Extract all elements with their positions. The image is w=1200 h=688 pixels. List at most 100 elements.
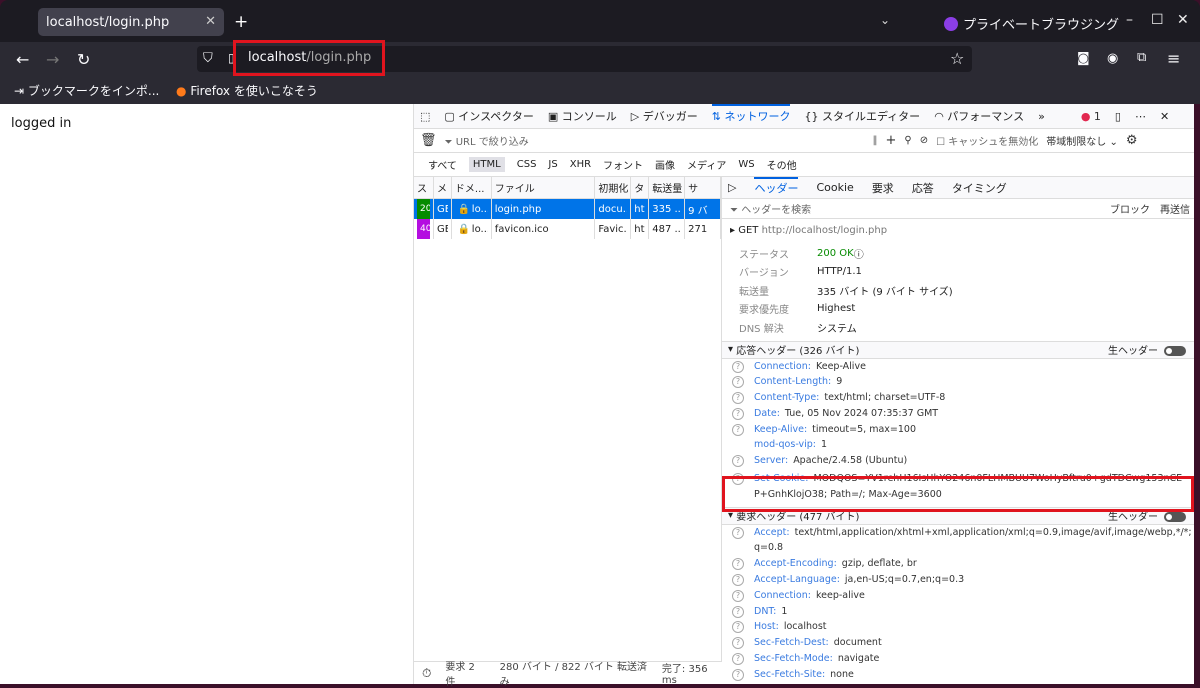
- bookmark-import[interactable]: ⇥ ブックマークをインポ...: [14, 82, 159, 99]
- reload-button[interactable]: ↻: [77, 50, 90, 69]
- request-initiator-text: Favic...: [598, 223, 627, 235]
- throttle-select[interactable]: 帯域制限なし ⌄: [1046, 133, 1118, 148]
- url-filter-input[interactable]: ⏷ URL で絞り込み: [445, 133, 865, 148]
- type-filter-0[interactable]: すべて: [428, 157, 457, 172]
- raw-headers-toggle[interactable]: [1164, 511, 1186, 522]
- help-icon[interactable]: ⓘ: [854, 246, 864, 261]
- extensions-icon[interactable]: ⧉: [1137, 50, 1146, 65]
- tab-inspector[interactable]: ▢ インスペクター: [444, 108, 533, 124]
- bookmark-label: Firefox を使いこなそう: [190, 84, 318, 98]
- close-window-button[interactable]: ✕: [1177, 12, 1189, 28]
- raw-headers-toggle[interactable]: [1164, 345, 1186, 356]
- browser-tab[interactable]: localhost/login.php ✕: [38, 8, 224, 36]
- header-name: Sec-Fetch-Mode:: [754, 653, 833, 665]
- request-line[interactable]: ▸ GET http://localhost/login.php: [722, 219, 1194, 244]
- network-status-bar: ⏱ 要求 2 件 280 バイト / 822 バイト 転送済み 完了: 356 …: [414, 661, 722, 688]
- type-filter-2[interactable]: CSS: [517, 159, 537, 170]
- request-row[interactable]: 404GET🔒lo...favicon.icoFavic...htm487 ..…: [414, 219, 722, 239]
- help-icon[interactable]: ?: [732, 376, 744, 389]
- type-filter-7[interactable]: メディア: [687, 157, 726, 172]
- type-filter-3[interactable]: JS: [548, 159, 557, 170]
- summary-row: バージョン HTTP/1.1: [722, 263, 1194, 282]
- search-icon[interactable]: ⚲: [904, 135, 911, 146]
- block-button[interactable]: ブロック: [1110, 201, 1150, 216]
- details-tab-4[interactable]: タイミング: [952, 180, 1007, 196]
- help-icon[interactable]: ?: [732, 637, 744, 650]
- more-tools-icon[interactable]: »: [1038, 110, 1045, 123]
- tab-style-editor[interactable]: {} スタイルエディター: [804, 108, 920, 124]
- help-icon[interactable]: ?: [732, 392, 744, 405]
- tab-console[interactable]: ▣ コンソール: [548, 108, 617, 124]
- type-filter-6[interactable]: 画像: [655, 157, 675, 172]
- list-tabs-chevron-icon[interactable]: ⌄: [880, 13, 890, 27]
- bookmark-firefox[interactable]: ● Firefox を使いこなそう: [176, 82, 318, 99]
- responsive-mode-icon[interactable]: ▯: [1115, 110, 1121, 123]
- trash-icon[interactable]: 🗑: [420, 133, 437, 148]
- menu-icon[interactable]: ≡: [1167, 49, 1180, 68]
- help-icon[interactable]: ?: [732, 574, 744, 587]
- column-header[interactable]: ファイル: [492, 177, 596, 198]
- back-button[interactable]: ←: [16, 50, 29, 69]
- stopwatch-icon[interactable]: ⏱: [422, 666, 431, 681]
- close-devtools-icon[interactable]: ✕: [1160, 110, 1169, 123]
- error-icon[interactable]: ● 1: [1081, 110, 1101, 123]
- help-icon[interactable]: ?: [732, 526, 744, 539]
- help-icon[interactable]: ?: [732, 668, 744, 681]
- maximize-button[interactable]: ☐: [1151, 12, 1164, 28]
- column-header[interactable]: 転送量: [649, 177, 686, 198]
- settings-gear-icon[interactable]: ⚙: [1126, 133, 1138, 148]
- shield-icon[interactable]: ⛉: [203, 51, 213, 66]
- details-tab-1[interactable]: Cookie: [816, 181, 853, 194]
- type-filter-1[interactable]: HTML: [468, 157, 505, 172]
- help-icon[interactable]: ?: [732, 360, 744, 373]
- request-url: http://localhost/login.php: [761, 225, 888, 236]
- forward-button[interactable]: →: [46, 50, 59, 69]
- devtools-panel: ⬚ ▢ インスペクター ▣ コンソール ▷ デバッガー ⇅ ネットワーク {} …: [414, 103, 1194, 688]
- details-tab-0[interactable]: ヘッダー: [754, 177, 799, 199]
- help-icon[interactable]: ?: [732, 605, 744, 618]
- details-tab-2[interactable]: 要求: [872, 180, 894, 196]
- help-icon[interactable]: ?: [732, 621, 744, 634]
- pocket-icon[interactable]: ◙: [1077, 51, 1090, 66]
- column-header[interactable]: 初期化: [595, 177, 632, 198]
- help-icon[interactable]: ?: [732, 589, 744, 602]
- header-pair: Sec-Fetch-Dest: document: [754, 635, 882, 651]
- element-picker-icon[interactable]: ⬚: [420, 110, 430, 123]
- type-filter-9[interactable]: その他: [767, 157, 797, 172]
- account-icon[interactable]: ◉: [1107, 51, 1118, 66]
- column-header[interactable]: サ: [685, 177, 722, 198]
- request-row[interactable]: 200GET🔒lo...login.phpdocu...htm335 ...9 …: [414, 199, 722, 219]
- disable-cache-checkbox[interactable]: ☐ キャッシュを無効化: [936, 133, 1038, 148]
- tab-debugger[interactable]: ▷ デバッガー: [631, 108, 698, 124]
- tab-performance[interactable]: ◠ パフォーマンス: [934, 108, 1024, 124]
- minimize-button[interactable]: –: [1126, 12, 1133, 28]
- block-icon[interactable]: ⊘: [920, 135, 928, 146]
- type-filter-4[interactable]: XHR: [570, 159, 591, 170]
- header-pair: Keep-Alive: timeout=5, max=100: [754, 422, 916, 438]
- tab-network[interactable]: ⇅ ネットワーク: [711, 103, 791, 129]
- type-filter-5[interactable]: フォント: [603, 157, 643, 172]
- pause-icon[interactable]: ‖: [873, 135, 878, 146]
- more-options-icon[interactable]: ⋯: [1135, 110, 1146, 123]
- column-header[interactable]: ドメ...: [452, 177, 492, 198]
- column-header[interactable]: タ: [631, 177, 650, 198]
- help-icon[interactable]: ?: [732, 407, 744, 420]
- bookmark-star-icon[interactable]: ☆: [950, 49, 964, 68]
- new-tab-button[interactable]: +: [234, 12, 248, 32]
- resend-button[interactable]: 再送信: [1160, 201, 1190, 216]
- response-headers-section[interactable]: ▾ 応答ヘッダー (326 バイト) 生ヘッダー: [722, 340, 1194, 359]
- header-filter-input[interactable]: ⏷ ヘッダーを検索: [730, 201, 811, 216]
- help-icon[interactable]: ?: [732, 558, 744, 571]
- details-tab-3[interactable]: 応答: [912, 180, 934, 196]
- panel-toggle-icon[interactable]: ▷: [728, 181, 736, 194]
- type-filter-8[interactable]: WS: [738, 159, 754, 170]
- close-tab-icon[interactable]: ✕: [205, 14, 216, 29]
- request-method: GET: [434, 199, 452, 219]
- add-icon[interactable]: +: [886, 133, 897, 148]
- column-header[interactable]: メ: [434, 177, 452, 198]
- help-icon[interactable]: ?: [732, 423, 744, 436]
- help-icon[interactable]: ?: [732, 455, 744, 468]
- column-header[interactable]: ス: [414, 177, 434, 198]
- header-name: Accept-Language:: [754, 574, 840, 586]
- help-icon[interactable]: ?: [732, 653, 744, 666]
